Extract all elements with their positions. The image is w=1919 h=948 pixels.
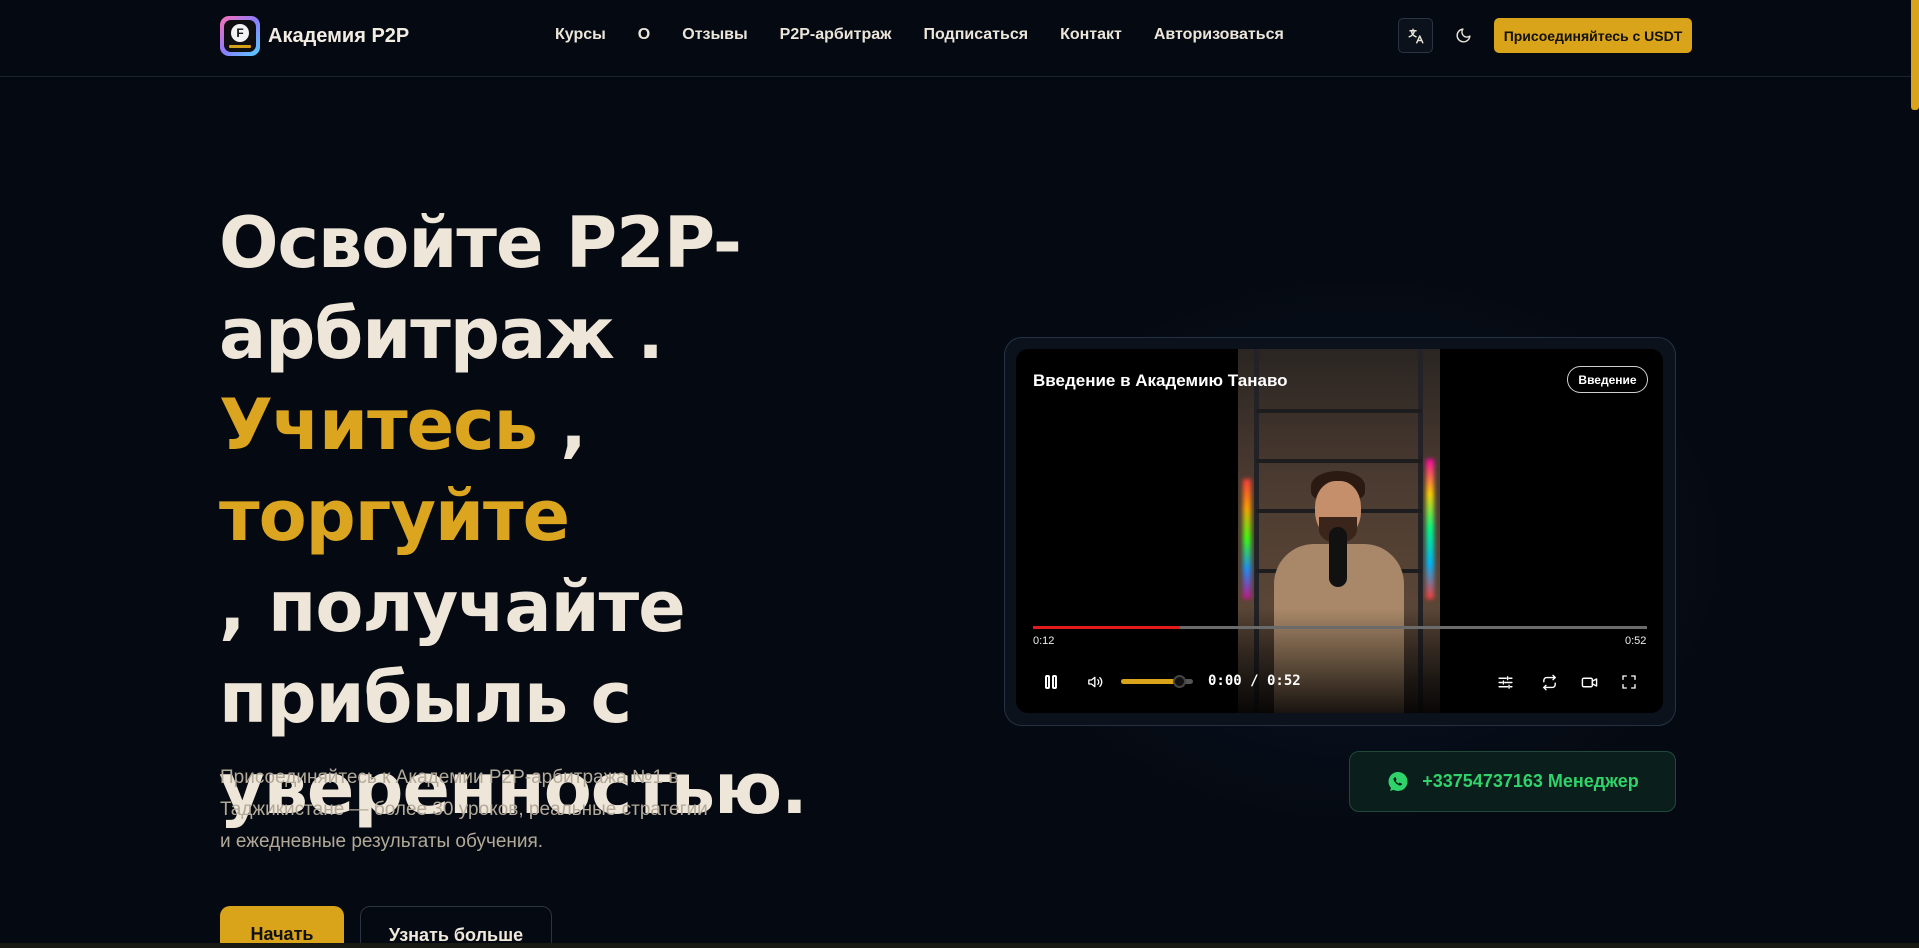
brand[interactable]: F Академия P2P <box>220 16 409 56</box>
volume-slider-fill <box>1121 679 1179 684</box>
whatsapp-manager-button[interactable]: +33754737163 Менеджер <box>1349 751 1676 812</box>
nav-item-courses[interactable]: Курсы <box>555 26 606 44</box>
bottom-divider <box>0 943 1919 948</box>
video-time-end: 0:52 <box>1625 635 1647 647</box>
volume-button[interactable] <box>1085 672 1105 692</box>
video-camera-icon <box>1581 677 1597 687</box>
nav-item-p2p-arbitrage[interactable]: P2P-арбитраж <box>780 26 892 44</box>
page-scrollbar[interactable] <box>1911 0 1919 110</box>
repeat-icon <box>1542 674 1556 690</box>
video-controls-shade <box>1016 609 1663 713</box>
loop-button[interactable] <box>1539 672 1559 692</box>
hero-title-part1: Освойте P2P-арбитраж . <box>219 202 742 375</box>
nav-item-contact[interactable]: Контакт <box>1060 26 1122 44</box>
learn-more-button[interactable]: Узнать больше <box>360 906 552 948</box>
video-settings-button[interactable] <box>1495 672 1515 692</box>
video-time-readout: 0:00 / 0:52 <box>1208 673 1301 689</box>
whatsapp-label: +33754737163 Менеджер <box>1422 771 1639 791</box>
volume-slider-handle[interactable] <box>1172 675 1186 688</box>
hero-title: Освойте P2P-арбитраж . Учитесь , торгуйт… <box>219 198 919 835</box>
sliders-icon <box>1497 675 1513 689</box>
video-title: Введение в Академию Танаво <box>1033 371 1288 390</box>
nav-item-about[interactable]: О <box>638 26 650 44</box>
nav-item-login[interactable]: Авторизоваться <box>1154 26 1284 44</box>
video-progress-fill <box>1033 626 1181 629</box>
site-header: F Академия P2P Курсы О Отзывы P2P-арбитр… <box>0 0 1919 77</box>
nav-item-reviews[interactable]: Отзывы <box>682 26 747 44</box>
join-usdt-button[interactable]: Присоединяйтесь с USDT <box>1494 18 1692 53</box>
hero-title-separator: , <box>536 384 587 466</box>
nav-item-subscribe[interactable]: Подписаться <box>923 26 1028 44</box>
theme-toggle-button[interactable] <box>1446 18 1481 53</box>
volume-icon <box>1087 676 1102 688</box>
whatsapp-icon <box>1388 771 1408 791</box>
hero-title-trade: торгуйте <box>219 475 570 557</box>
brand-name: Академия P2P <box>268 24 410 47</box>
main-nav: Курсы О Отзывы P2P-арбитраж Подписаться … <box>555 26 1316 44</box>
start-button[interactable]: Начать <box>220 906 344 948</box>
fullscreen-button[interactable] <box>1619 672 1639 692</box>
language-button[interactable] <box>1398 18 1433 53</box>
pause-icon <box>1045 675 1057 689</box>
academy-logo-icon: F <box>220 16 260 56</box>
hero-title-learn: Учитесь <box>219 384 538 466</box>
fullscreen-icon <box>1622 675 1636 689</box>
translate-icon <box>1408 28 1423 43</box>
hero-description: Присоединяйтесь к Академии P2P-арбитража… <box>220 767 708 852</box>
video-player[interactable] <box>1016 349 1663 713</box>
video-time-start: 0:12 <box>1033 635 1055 647</box>
pip-button[interactable] <box>1579 672 1599 692</box>
video-progress-bar[interactable] <box>1033 626 1647 629</box>
video-badge: Введение <box>1567 366 1648 393</box>
volume-slider[interactable] <box>1121 675 1193 688</box>
moon-icon <box>1456 28 1471 43</box>
pause-button[interactable] <box>1041 672 1061 692</box>
